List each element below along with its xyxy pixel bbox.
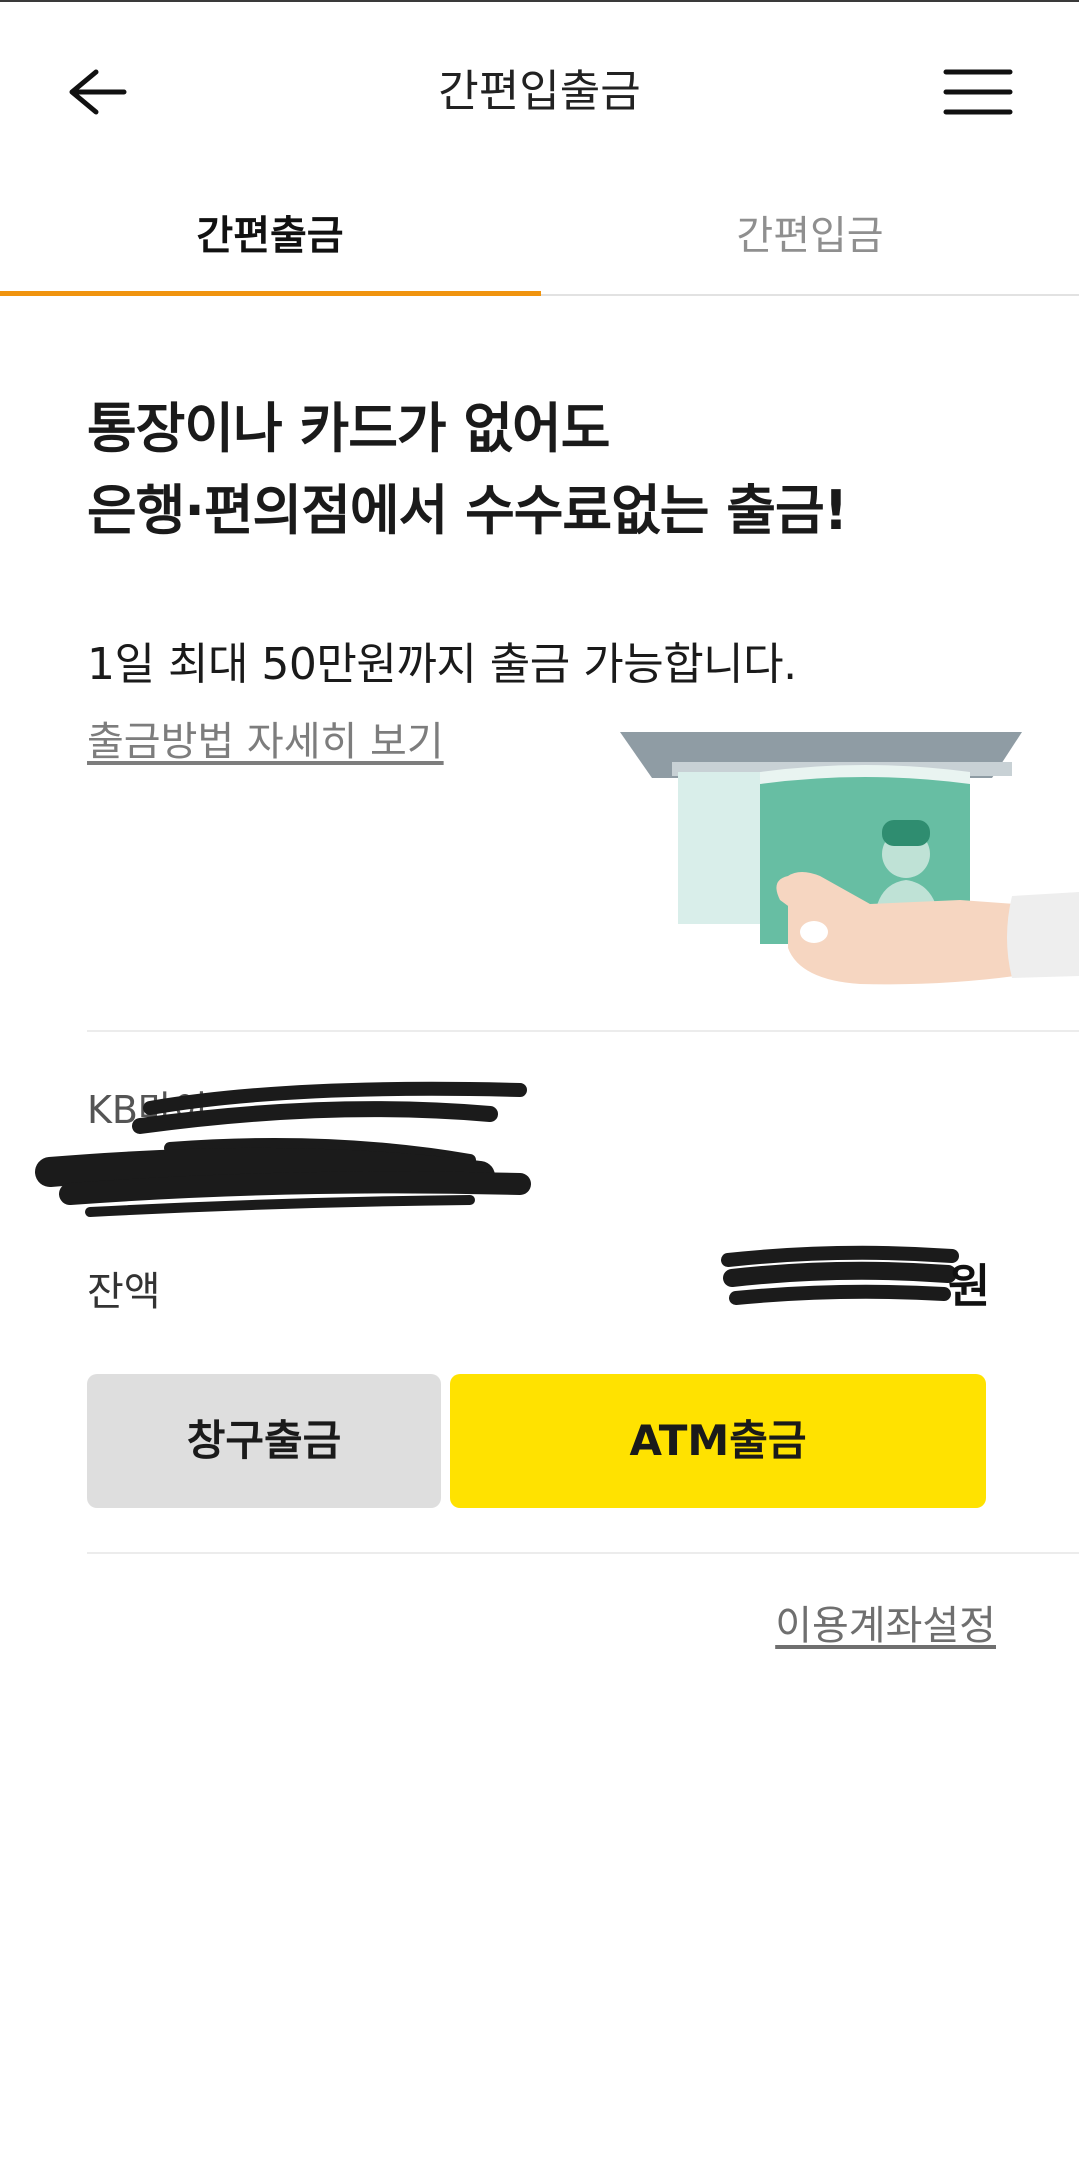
tab-bar: 간편출금 간편입금 [0,196,1079,296]
app-screen: 간편입출금 간편출금 간편입금 통장이나 카드가 없어도 은행·편의점에서 수수… [0,0,1079,2184]
promo-headline: 통장이나 카드가 없어도 은행·편의점에서 수수료없는 출금! [87,388,1017,552]
section-divider [87,1030,1079,1032]
headline-line-1: 통장이나 카드가 없어도 [87,397,610,460]
account-settings-link[interactable]: 이용계좌설정 [775,1598,996,1654]
active-tab-indicator [0,291,541,296]
page-title: 간편입출금 [438,66,641,117]
headline-line-2: 은행·편의점에서 수수료없는 출금! [87,479,848,542]
balance-redaction-scribble [721,1245,959,1305]
withdraw-method-link[interactable]: 출금방법 자세히 보기 [87,714,444,770]
atm-cash-illustration [620,728,1079,988]
hamburger-menu-icon[interactable] [936,62,1020,122]
tab-simple-deposit[interactable]: 간편입금 [540,196,1079,296]
redaction-scribble [35,1081,531,1217]
balance-label: 잔액 [87,1269,161,1315]
atm-withdraw-button[interactable]: ATM출금 [450,1374,986,1508]
tab-simple-withdraw[interactable]: 간편출금 [0,196,540,296]
counter-withdraw-button[interactable]: 창구출금 [87,1374,441,1508]
balance-currency-unit: 원 [948,1259,991,1313]
app-header: 간편입출금 [0,40,1079,144]
status-edge [0,0,1079,2]
section-divider [87,1552,1079,1554]
daily-limit-text: 1일 최대 50만원까지 출금 가능합니다. [87,639,797,690]
